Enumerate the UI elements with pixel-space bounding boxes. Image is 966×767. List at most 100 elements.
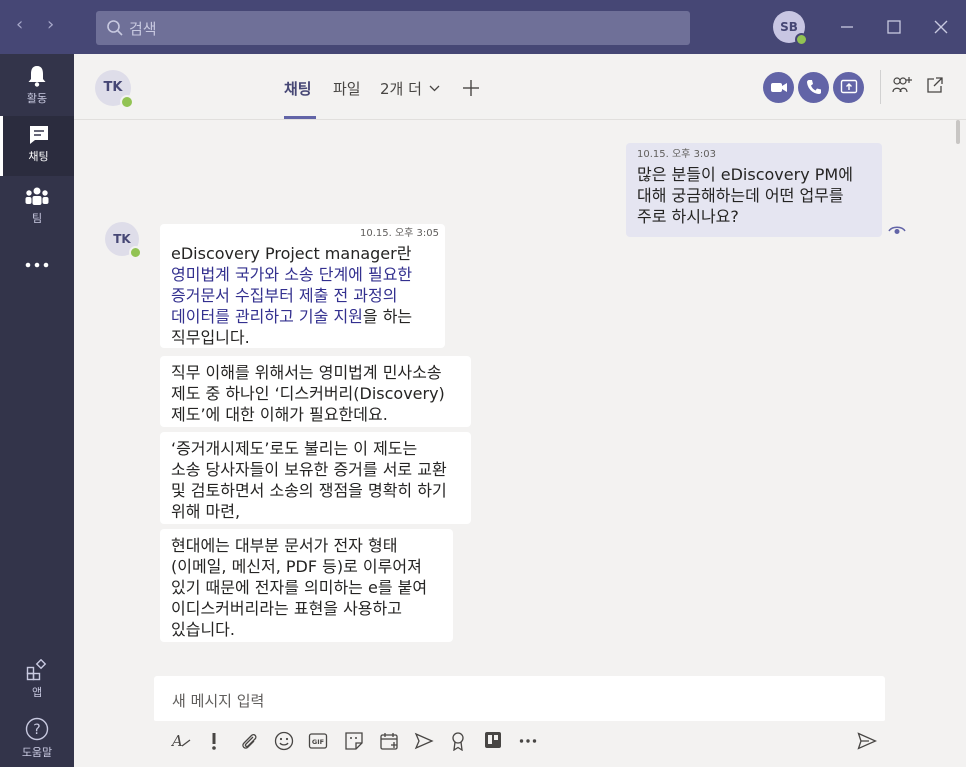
message-line: 직무 이해를 위해서는 영미법계 민사소송 — [171, 363, 442, 382]
presence-available-icon — [129, 246, 142, 259]
close-icon[interactable] — [934, 20, 948, 34]
message-line: 및 검토하면서 소송의 쟁점을 명확히 하기 — [171, 481, 447, 500]
message-line: 많은 분들이 eDiscovery PM에 — [637, 165, 853, 184]
pop-out-icon[interactable] — [926, 76, 944, 94]
apps-icon — [26, 659, 47, 681]
video-call-button[interactable] — [763, 72, 794, 103]
sticker-icon[interactable] — [344, 731, 364, 751]
plus-icon[interactable] — [463, 80, 479, 96]
format-icon[interactable]: A — [171, 731, 191, 751]
send-icon[interactable] — [857, 732, 877, 750]
trello-icon[interactable] — [484, 731, 502, 749]
audio-call-button[interactable] — [798, 72, 829, 103]
search-input[interactable]: 검색 — [96, 11, 690, 45]
title-bar: ‹ › 검색 SB — [0, 0, 966, 54]
presence-status — [795, 33, 808, 46]
incoming-message[interactable]: 현대에는 대부분 문서가 전자 형태 (이메일, 메신저, PDF 등)로 이루… — [160, 529, 453, 642]
praise-icon[interactable] — [450, 731, 466, 751]
stream-icon[interactable] — [414, 731, 434, 751]
message-line: eDiscovery Project manager란 — [171, 244, 412, 263]
help-icon: ? — [25, 717, 49, 741]
rail-item-chat[interactable]: 채팅 — [0, 116, 74, 176]
outgoing-message[interactable]: 10.15. 오후 3:03 많은 분들이 eDiscovery PM에 대해 … — [626, 143, 882, 237]
more-icon — [25, 262, 49, 268]
message-timestamp: 10.15. 오후 3:03 — [637, 149, 717, 160]
message-line: (이메일, 메신저, PDF 등)로 이루어져 — [171, 557, 422, 576]
tab-files[interactable]: 파일 — [333, 78, 361, 99]
presence-available-icon — [120, 95, 134, 109]
add-people-icon[interactable] — [892, 76, 912, 94]
screen-share-button[interactable] — [833, 72, 864, 103]
emoji-icon[interactable] — [274, 731, 294, 751]
message-line: 대해 궁금해하는데 어떤 업무를 — [637, 186, 844, 205]
compose-placeholder: 새 메시지 입력 — [172, 692, 265, 710]
message-line: 현대에는 대부분 문서가 전자 형태 — [171, 536, 398, 555]
chat-header: TK 채팅 파일 2개 더 — [74, 54, 966, 120]
svg-text:GIF: GIF — [312, 738, 324, 746]
svg-text:?: ? — [33, 722, 40, 738]
attach-icon[interactable] — [240, 731, 258, 751]
important-icon[interactable] — [208, 731, 220, 751]
incoming-message[interactable]: 직무 이해를 위해서는 영미법계 민사소송 제도 중 하나인 ‘디스커버리(Di… — [160, 356, 471, 427]
rail-label-teams: 팀 — [31, 212, 43, 225]
chat-icon — [29, 126, 48, 144]
active-tab-indicator — [284, 116, 316, 119]
highlighted-text: 데이터를 관리하고 기술 지원 — [171, 307, 363, 326]
rail-item-activity[interactable]: 활동 — [0, 56, 74, 116]
sender-initials: TK — [113, 232, 131, 246]
message-line: 소송 당사자들이 보유한 증거를 서로 교환 — [171, 460, 447, 479]
message-line: 제도 중 하나인 ‘디스커버리(Discovery) — [171, 384, 445, 403]
chevron-left-icon[interactable]: ‹ — [16, 14, 23, 35]
sender-avatar[interactable]: TK — [105, 222, 142, 259]
minimize-icon[interactable] — [840, 20, 854, 34]
tab-chat[interactable]: 채팅 — [284, 78, 312, 99]
highlighted-text: 증거문서 수집부터 제출 전 과정의 — [171, 286, 398, 305]
rail-label-help: 도움말 — [21, 746, 53, 759]
message-line: 주로 하시나요? — [637, 207, 739, 226]
tab-more-label: 2개 더 — [380, 80, 422, 98]
video-call-icon — [770, 83, 787, 92]
message-line: 직무입니다. — [171, 328, 250, 347]
rail-item-apps[interactable]: 앱 — [0, 650, 74, 710]
message-line: 이디스커버리라는 표현을 사용하고 — [171, 599, 402, 618]
seen-eye-icon — [888, 226, 906, 234]
svg-text:A: A — [171, 732, 183, 750]
header-divider — [880, 70, 881, 104]
message-text: 을 하는 — [362, 307, 413, 326]
app-rail: 활동 채팅 팀 앱 ? 도움말 — [0, 54, 74, 767]
bell-icon — [28, 66, 46, 87]
chevron-right-icon[interactable]: › — [47, 14, 54, 35]
rail-item-teams[interactable]: 팀 — [0, 178, 74, 238]
phone-call-icon — [806, 80, 821, 94]
search-icon — [107, 20, 123, 36]
rail-label-activity: 활동 — [26, 92, 48, 105]
meeting-icon[interactable] — [379, 731, 399, 751]
peer-avatar[interactable]: TK — [95, 70, 134, 109]
peer-initials: TK — [103, 80, 123, 95]
user-initials: SB — [780, 20, 798, 34]
rail-label-chat: 채팅 — [28, 150, 49, 163]
message-line: 위해 마련, — [171, 502, 241, 521]
message-line: ‘증거개시제도’로도 불리는 이 제도는 — [171, 439, 418, 458]
more-options-icon[interactable] — [519, 738, 537, 744]
chevron-down-icon — [429, 85, 440, 92]
message-scrollbar[interactable] — [956, 120, 960, 144]
compose-message-input[interactable]: 새 메시지 입력 — [154, 676, 885, 723]
incoming-message[interactable]: 10.15. 오후 3:05 eDiscovery Project manage… — [160, 224, 445, 348]
message-line: 있기 때문에 전자를 의미하는 e를 붙여 — [171, 578, 428, 597]
incoming-message[interactable]: ‘증거개시제도’로도 불리는 이 제도는 소송 당사자들이 보유한 증거를 서로… — [160, 432, 471, 524]
message-timestamp: 10.15. 오후 3:05 — [359, 228, 439, 239]
teams-icon — [25, 187, 49, 205]
highlighted-text: 영미법계 국가와 소송 단계에 필요한 — [171, 265, 413, 284]
rail-item-help[interactable]: ? 도움말 — [0, 708, 74, 767]
message-line: 제도’에 대한 이해가 필요한데요. — [171, 405, 388, 424]
screen-share-icon — [840, 79, 857, 94]
tab-more[interactable]: 2개 더 — [380, 78, 440, 99]
search-placeholder: 검색 — [129, 20, 157, 38]
rail-item-more[interactable] — [0, 250, 74, 284]
message-line: 있습니다. — [171, 620, 235, 639]
rail-label-apps: 앱 — [31, 686, 43, 699]
gif-icon[interactable]: GIF — [308, 731, 328, 751]
maximize-icon[interactable] — [887, 20, 901, 34]
user-avatar[interactable]: SB — [773, 11, 808, 46]
